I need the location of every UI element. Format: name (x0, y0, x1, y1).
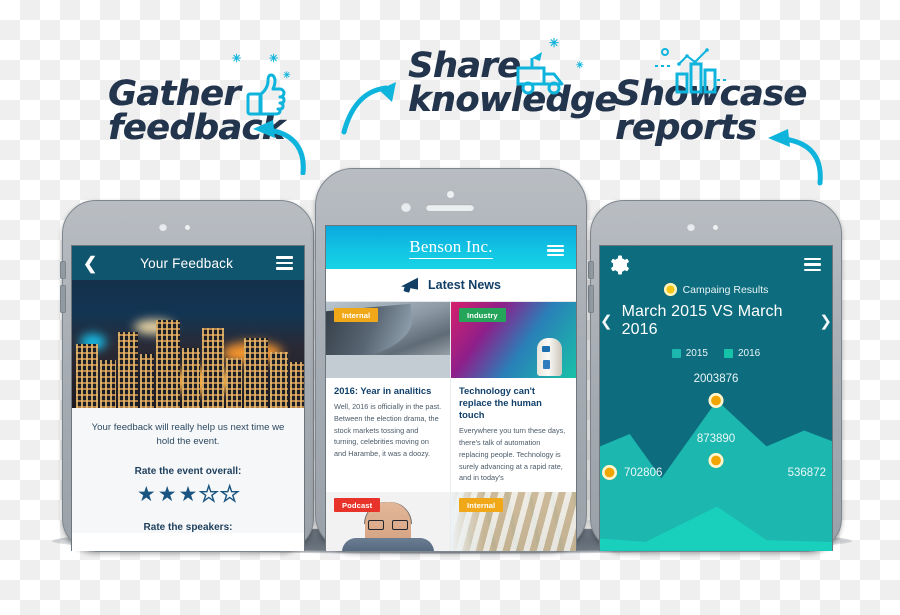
hamburger-menu-icon[interactable] (804, 255, 821, 274)
card-text: Well, 2016 is officially in the past. Be… (334, 402, 442, 459)
data-label: 873890 (696, 433, 736, 446)
data-point-marker[interactable] (708, 453, 724, 469)
phone-screen-reports: Campaing Results ❮ March 2015 VS March 2… (599, 245, 833, 551)
illustration-stage: Gather feedback Share knowledge Showcase… (0, 0, 900, 615)
chart-legend: 2015 2016 (600, 348, 832, 359)
area-chart: 2003876 873890 702806 536872 (600, 365, 832, 551)
legend-label: 2015 (685, 348, 708, 360)
curved-arrow-up-icon (338, 78, 400, 141)
star-icon[interactable]: ★ (158, 484, 177, 505)
card-badge: Industry (459, 308, 506, 322)
page-title: Your Feedback (140, 255, 234, 271)
feedback-app-header: ❮ Your Feedback (72, 246, 304, 280)
card-badge: Internal (334, 308, 379, 322)
phone-device-reports: Campaing Results ❮ March 2015 VS March 2… (588, 200, 842, 552)
sparkle-icon: ✳ (549, 36, 560, 50)
phone-device-news: Benson Inc. Latest News Internal 2016: Y… (315, 168, 587, 552)
data-label: 702806 (624, 467, 663, 480)
volume-down-button[interactable] (60, 285, 66, 313)
sparkle-icon: ✳ (283, 70, 291, 80)
brand-title: Benson Inc. (409, 237, 493, 259)
data-label: 2003876 (693, 373, 739, 386)
megaphone-icon (401, 277, 421, 293)
news-card[interactable]: Internal (451, 492, 576, 551)
curved-arrow-left-icon (245, 113, 313, 180)
sparkle-icon: ✳ (232, 53, 242, 65)
chevron-right-icon[interactable]: ❯ (819, 312, 832, 330)
data-label: 536872 (787, 467, 826, 480)
sensor-dot-icon (185, 225, 190, 230)
hamburger-menu-icon[interactable] (547, 242, 564, 259)
news-card[interactable]: Internal 2016: Year in analitics Well, 2… (326, 302, 451, 493)
sensor-dot-icon (447, 191, 454, 198)
camera-icon (401, 202, 411, 212)
sparkle-icon: ✳ (269, 53, 279, 65)
data-point-marker[interactable] (708, 393, 724, 409)
card-thumbnail: Industry (451, 302, 576, 378)
period-label: March 2015 VS March 2016 (621, 303, 783, 339)
bar-chart-icon (655, 46, 727, 101)
feedback-form: Your feedback will really help us next t… (72, 408, 304, 533)
chevron-left-icon[interactable]: ❮ (83, 255, 97, 272)
camera-icon (159, 223, 167, 231)
phone-screen-news: Benson Inc. Latest News Internal 2016: Y… (325, 225, 577, 551)
card-body: 2016: Year in analitics Well, 2016 is of… (326, 378, 450, 468)
feedback-lead-text: Your feedback will really help us next t… (91, 422, 285, 448)
card-badge: Internal (459, 498, 504, 513)
section-title: Latest News (428, 278, 501, 292)
legend-label: 2016 (738, 348, 761, 360)
card-title: 2016: Year in analitics (334, 385, 432, 396)
broadcast-van-icon (512, 50, 574, 103)
volume-up-button[interactable] (588, 261, 594, 279)
reports-app: Campaing Results ❮ March 2015 VS March 2… (600, 246, 832, 551)
news-card[interactable]: Industry Technology can't replace the hu… (451, 302, 576, 493)
period-selector[interactable]: ❮ March 2015 VS March 2016 ❯ (600, 303, 832, 339)
star-icon[interactable]: ★ (199, 483, 219, 505)
news-card[interactable]: Podcast (326, 492, 451, 551)
card-thumbnail: Internal (326, 302, 450, 378)
sparkle-icon: ✳ (576, 60, 584, 70)
coin-icon (663, 283, 677, 297)
star-icon[interactable]: ★ (179, 484, 198, 505)
volume-down-button[interactable] (588, 285, 594, 313)
camera-icon (687, 223, 695, 231)
card-thumbnail: Podcast (326, 492, 450, 551)
card-title: Technology can't replace the human touch (459, 385, 542, 421)
campaign-label: Campaing Results (682, 283, 769, 296)
chevron-left-icon[interactable]: ❮ (600, 312, 613, 330)
hamburger-menu-icon[interactable] (275, 253, 293, 272)
card-badge: Podcast (334, 498, 381, 513)
legend-swatch (671, 349, 681, 359)
star-icon[interactable]: ★ (220, 483, 240, 505)
reports-top-bar (600, 246, 832, 275)
rating-label-speakers: Rate the speakers: (143, 521, 233, 533)
phone-screen-feedback: ❮ Your Feedback Your feedback will reall… (71, 245, 305, 551)
speaker-grille (426, 204, 474, 211)
news-card-grid: Internal 2016: Year in analitics Well, 2… (326, 302, 576, 551)
volume-up-button[interactable] (60, 261, 66, 279)
legend-item-2015[interactable]: 2015 (671, 348, 708, 360)
phone-device-feedback: ❮ Your Feedback Your feedback will reall… (60, 200, 314, 552)
news-app-header: Benson Inc. (326, 226, 576, 269)
legend-item-2016[interactable]: 2016 (724, 348, 760, 359)
gear-icon[interactable] (610, 255, 630, 275)
card-body: Technology can't replace the human touch… (451, 378, 576, 492)
hero-image-cityscape (72, 280, 304, 408)
curved-arrow-left-icon (760, 125, 830, 192)
card-thumbnail: Internal (451, 492, 576, 551)
card-text: Everywhere you turn these days, there's … (459, 426, 566, 483)
campaign-title-row: Campaing Results (600, 283, 832, 297)
sensor-dot-icon (713, 225, 718, 230)
star-icon[interactable]: ★ (137, 484, 156, 505)
star-rating-event[interactable]: ★ ★ ★ ★ ★ (86, 483, 290, 505)
section-header-latest-news: Latest News (326, 269, 576, 302)
rating-label-event: Rate the event overall: (134, 465, 242, 477)
legend-swatch (724, 349, 733, 359)
